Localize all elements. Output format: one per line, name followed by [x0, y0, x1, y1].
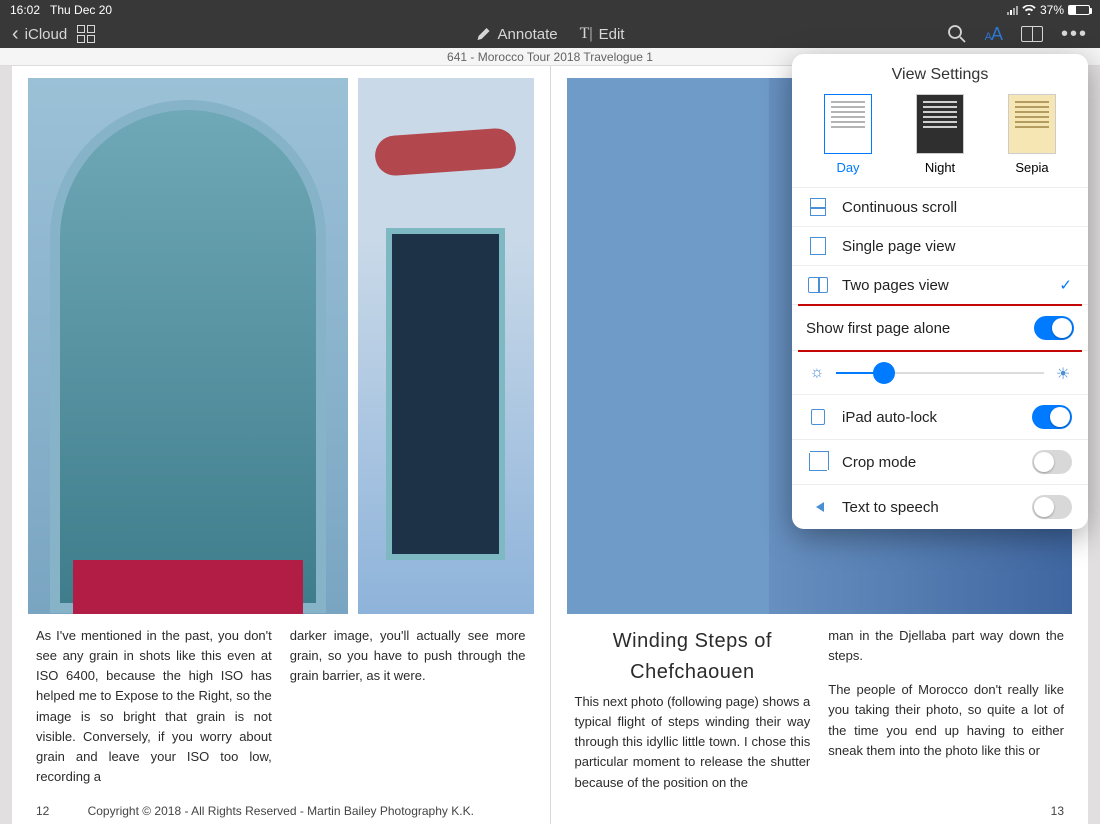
section-heading: Winding Steps of Chefchaouen [575, 626, 811, 688]
toolbar: ‹ iCloud Annotate T| Edit AA ••• [0, 20, 1100, 48]
grid-view-button[interactable] [77, 25, 95, 43]
status-date: Thu Dec 20 [50, 3, 112, 17]
theme-sepia-icon [1008, 94, 1056, 154]
pencil-icon [476, 26, 492, 42]
option-label: Crop mode [842, 454, 916, 471]
photo-door [28, 78, 348, 614]
body-text: darker image, you'll actually see more g… [290, 626, 526, 824]
brightness-high-icon: ☀ [1054, 364, 1072, 382]
option-autolock[interactable]: iPad auto-lock [792, 395, 1088, 440]
theme-sepia[interactable]: Sepia [1008, 94, 1056, 175]
crop-toggle[interactable] [1032, 450, 1072, 474]
tts-toggle[interactable] [1032, 495, 1072, 519]
continuous-scroll-icon [808, 198, 828, 216]
option-label: Text to speech [842, 499, 939, 516]
theme-night-icon [916, 94, 964, 154]
search-button[interactable] [947, 24, 967, 44]
edit-button[interactable]: T| Edit [580, 25, 625, 43]
more-button[interactable]: ••• [1061, 23, 1088, 46]
brightness-low-icon: ☼ [808, 364, 826, 382]
back-label: iCloud [25, 26, 68, 43]
battery-pct: 37% [1040, 3, 1064, 17]
theme-sepia-label: Sepia [1008, 160, 1056, 175]
option-continuous-scroll[interactable]: Continuous scroll [792, 188, 1088, 227]
theme-night-label: Night [916, 160, 964, 175]
option-label: Single page view [842, 238, 955, 255]
theme-day-label: Day [824, 160, 872, 175]
crop-icon [808, 453, 828, 471]
theme-day[interactable]: Day [824, 94, 872, 175]
text-cursor-icon: T| [580, 25, 593, 43]
body-text: The people of Morocco don't really like … [828, 680, 1064, 761]
theme-night[interactable]: Night [916, 94, 964, 175]
brightness-slider[interactable] [836, 372, 1044, 374]
option-single-page[interactable]: Single page view [792, 227, 1088, 266]
option-label: Continuous scroll [842, 199, 957, 216]
brightness-row: ☼ ☀ [792, 352, 1088, 395]
popover-title: View Settings [792, 54, 1088, 90]
option-crop-mode[interactable]: Crop mode [792, 440, 1088, 485]
bookmarks-button[interactable] [1021, 26, 1043, 42]
page-left[interactable]: As I've mentioned in the past, you don't… [12, 66, 550, 824]
lock-icon [808, 408, 828, 426]
body-text: This next photo (following page) shows a… [575, 692, 811, 793]
battery-icon [1068, 5, 1090, 15]
annotate-label: Annotate [498, 26, 558, 43]
check-icon: ✓ [1059, 276, 1072, 294]
status-bar: 16:02 Thu Dec 20 37% [0, 0, 1100, 20]
option-two-pages[interactable]: Two pages view ✓ [792, 266, 1088, 305]
body-text: As I've mentioned in the past, you don't… [36, 626, 272, 824]
status-time: 16:02 [10, 3, 40, 17]
speaker-icon [808, 498, 828, 516]
option-label: Show first page alone [806, 320, 950, 337]
option-first-page-alone[interactable]: Show first page alone [792, 306, 1088, 351]
option-label: iPad auto-lock [842, 409, 937, 426]
option-label: Two pages view [842, 277, 949, 294]
two-pages-icon [808, 276, 828, 294]
single-page-icon [808, 237, 828, 255]
edit-label: Edit [599, 26, 625, 43]
option-tts[interactable]: Text to speech [792, 485, 1088, 529]
autolock-toggle[interactable] [1032, 405, 1072, 429]
page-number-right: 13 [1051, 804, 1064, 818]
photo-window [358, 78, 534, 614]
chevron-left-icon: ‹ [12, 23, 19, 46]
view-settings-button[interactable]: AA [985, 24, 1003, 45]
annotate-button[interactable]: Annotate [476, 26, 558, 43]
back-button[interactable]: ‹ iCloud [12, 23, 67, 46]
view-settings-popover: View Settings Day Night Sepia Continuous… [792, 54, 1088, 529]
theme-day-icon [824, 94, 872, 154]
copyright: Copyright © 2018 - All Rights Reserved -… [12, 804, 550, 818]
first-page-alone-toggle[interactable] [1034, 316, 1074, 340]
signal-icon [1007, 6, 1018, 15]
body-text: man in the Djellaba part way down the st… [828, 626, 1064, 666]
wifi-icon [1022, 5, 1036, 15]
